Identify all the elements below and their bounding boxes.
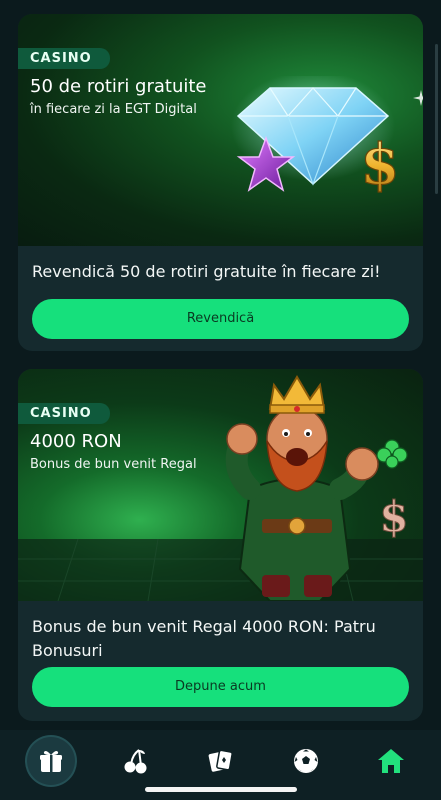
promo-card-free-spins[interactable]: $ CASINO 50 de rotiri gratuite în fiecar…	[18, 14, 423, 351]
nav-item-slots[interactable]	[112, 737, 160, 785]
clover-icon	[376, 439, 408, 469]
promo-title: 50 de rotiri gratuite	[30, 76, 207, 97]
svg-text:$: $	[379, 492, 408, 539]
promo-subtitle: în fiecare zi la EGT Digital	[30, 102, 197, 117]
svg-text:$: $	[361, 132, 400, 196]
category-tag: CASINO	[18, 48, 110, 69]
nav-item-live-casino[interactable]	[197, 737, 245, 785]
dollar-sign-icon: $	[360, 132, 400, 196]
cards-icon	[208, 749, 233, 772]
claim-button[interactable]: Revendică	[32, 299, 409, 339]
deposit-button[interactable]: Depune acum	[32, 667, 409, 707]
home-indicator[interactable]	[145, 787, 297, 792]
sparkle-icon	[413, 90, 423, 106]
king-character-illustration	[225, 375, 379, 601]
star-icon	[236, 136, 296, 192]
promotions-feed[interactable]: $ CASINO 50 de rotiri gratuite în fiecar…	[0, 0, 441, 730]
promo-subtitle: Bonus de bun venit Regal	[30, 457, 197, 472]
gift-icon	[39, 751, 62, 772]
soccer-ball-icon	[293, 749, 318, 773]
nav-item-sports[interactable]	[282, 737, 330, 785]
dollar-sign-icon: $	[379, 492, 409, 540]
promo-banner[interactable]: $ CASINO 4000 RON Bonus de bun venit Reg…	[18, 369, 423, 601]
category-tag: CASINO	[18, 403, 110, 424]
promo-description: Bonus de bun venit Regal 4000 RON: Patru…	[32, 617, 376, 660]
promo-banner[interactable]: $ CASINO 50 de rotiri gratuite în fiecar…	[18, 14, 423, 246]
nav-item-promotions[interactable]	[26, 737, 75, 785]
promo-description: Revendică 50 de rotiri gratuite în fieca…	[32, 262, 381, 281]
home-icon	[377, 749, 404, 773]
promo-title: 4000 RON	[30, 431, 122, 452]
cherries-icon	[124, 749, 146, 774]
nav-item-home[interactable]	[367, 737, 415, 785]
promo-card-welcome-bonus[interactable]: $ CASINO 4000 RON Bonus de bun venit Reg…	[18, 369, 423, 721]
scrollbar[interactable]	[435, 44, 438, 194]
